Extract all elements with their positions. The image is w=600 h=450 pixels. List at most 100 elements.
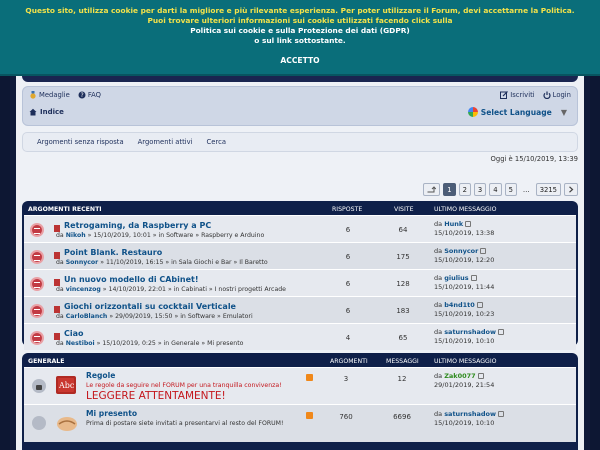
- svg-text:?: ?: [80, 92, 83, 99]
- page-3[interactable]: 3: [473, 183, 487, 196]
- topic-meta-text: » 14/10/2019, 22:01 » in Cabinati » I no…: [102, 286, 286, 293]
- power-icon: [543, 91, 551, 100]
- edit-icon: [500, 91, 509, 99]
- login-link[interactable]: Login: [543, 91, 571, 100]
- view-post-icon[interactable]: [476, 302, 483, 308]
- topic-author[interactable]: CarloBlanch: [66, 313, 108, 320]
- medaglie-link[interactable]: Medaglie: [29, 91, 70, 99]
- cookie-banner: Questo sito, utilizza cookie per darti l…: [0, 0, 600, 76]
- cookie-policy-link[interactable]: Politica sui cookie e sulla Protezione d…: [0, 26, 600, 36]
- topic-author[interactable]: Nikoh: [66, 232, 86, 239]
- document-icon: [54, 225, 60, 232]
- view-post-icon[interactable]: [465, 221, 472, 227]
- page-1[interactable]: 1: [443, 183, 456, 196]
- medal-icon: [29, 91, 37, 99]
- topic-title[interactable]: Retrogaming, da Raspberry a PC: [64, 221, 211, 230]
- lock-icon: [32, 379, 46, 393]
- last-post-column-header: ULTIMO MESSAGGIO: [434, 357, 497, 365]
- last-post-user[interactable]: saturnshadow: [444, 328, 496, 336]
- topic-last-post: da b4nd1t0 15/10/2019, 10:23: [434, 301, 494, 319]
- forum-read-icon: [32, 416, 46, 430]
- topic-by: da: [56, 232, 64, 239]
- jump-icon: [427, 186, 437, 193]
- language-select[interactable]: Select Language ▼: [467, 107, 567, 117]
- topic-title[interactable]: Un nuovo modello di CAbinet!: [64, 275, 199, 284]
- faq-link[interactable]: ? FAQ: [78, 91, 101, 99]
- topic-author[interactable]: Sonnycor: [66, 259, 99, 266]
- last-post-column-header: ULTIMO MESSAGGIO: [434, 205, 497, 213]
- page-last[interactable]: 3215: [535, 183, 561, 196]
- topic-author[interactable]: Nestiboi: [66, 340, 95, 347]
- topic-meta: da CarloBlanch » 29/09/2019, 15:50 » in …: [56, 313, 253, 320]
- general-section: GENERALE ARGOMENTI MESSAGGI ULTIMO MESSA…: [22, 353, 578, 450]
- view-post-icon[interactable]: [480, 248, 487, 254]
- topic-unread-icon[interactable]: [30, 304, 44, 318]
- page-5[interactable]: 5: [504, 183, 517, 196]
- topic-meta-text: » 15/10/2019, 10:01 » in Software » Rasp…: [87, 232, 265, 239]
- topic-author[interactable]: vincenzog: [66, 286, 101, 293]
- last-post-user[interactable]: Zak0077: [444, 372, 476, 380]
- topic-unread-icon[interactable]: [30, 277, 44, 291]
- recent-topics-section: ARGOMENTI RECENTI RISPOSTE VISITE ULTIMO…: [22, 201, 578, 350]
- topic-views: 175: [396, 253, 410, 261]
- topic-meta: da vincenzog » 14/10/2019, 22:01 » in Ca…: [56, 286, 286, 293]
- view-post-icon[interactable]: [498, 411, 505, 417]
- topic-row: Ciao da Nestiboi » 15/10/2019, 0:25 » in…: [24, 323, 576, 350]
- topic-unread-icon[interactable]: [30, 250, 44, 264]
- recent-topics-header: ARGOMENTI RECENTI RISPOSTE VISITE ULTIMO…: [24, 203, 576, 215]
- topic-replies: 6: [345, 307, 351, 315]
- view-post-icon[interactable]: [470, 275, 477, 281]
- faq-label: FAQ: [87, 91, 101, 99]
- topic-meta: da Sonnycor » 11/10/2019, 16:15 » in Sal…: [56, 259, 268, 266]
- topic-title[interactable]: Ciao: [64, 329, 84, 338]
- search-link[interactable]: Cerca: [207, 138, 226, 146]
- last-post-user[interactable]: Sonnycor: [444, 247, 478, 255]
- rss-icon[interactable]: [306, 412, 313, 419]
- last-post-user[interactable]: Hunk: [444, 220, 463, 228]
- active-topics-link[interactable]: Argomenti attivi: [138, 138, 193, 146]
- topic-meta-text: » 11/10/2019, 16:15 » in Sala Giochi e B…: [100, 259, 268, 266]
- forum-posts-count: 12: [397, 375, 407, 383]
- topic-meta: da Nestiboi » 15/10/2019, 0:25 » in Gene…: [56, 340, 243, 347]
- topic-row: Giochi orizzontali su cocktail Verticale…: [24, 296, 576, 323]
- unanswered-topics-link[interactable]: Argomenti senza risposta: [37, 138, 124, 146]
- cookie-text-1: Questo sito, utilizza cookie per darti l…: [25, 6, 575, 15]
- rss-icon[interactable]: [306, 374, 313, 381]
- breadcrumb-index[interactable]: Indice: [29, 108, 64, 116]
- last-post-user[interactable]: b4nd1t0: [444, 301, 475, 309]
- help-icon: ?: [78, 91, 86, 99]
- topic-last-post: da Hunk 15/10/2019, 13:38: [434, 220, 494, 238]
- topic-by: da: [56, 259, 64, 266]
- accept-cookies-button[interactable]: ACCETTO: [280, 56, 319, 65]
- topic-views: 65: [398, 334, 408, 342]
- topic-by: da: [56, 340, 64, 347]
- register-link[interactable]: Iscriviti: [500, 91, 535, 99]
- view-post-icon[interactable]: [477, 373, 484, 379]
- last-post-user[interactable]: giulius: [444, 274, 468, 282]
- next-page-button[interactable]: [564, 183, 578, 196]
- topic-title[interactable]: Giochi orizzontali su cocktail Verticale: [64, 302, 236, 311]
- topic-by: da: [56, 286, 64, 293]
- page-2[interactable]: 2: [458, 183, 471, 196]
- navbar: Medaglie ? FAQ Iscriviti Login Indice Se…: [22, 86, 578, 126]
- jump-to-page-button[interactable]: [423, 183, 441, 196]
- current-date: Oggi è 15/10/2019, 13:39: [490, 155, 578, 163]
- forum-description: Prima di postare siete invitati a presen…: [86, 420, 284, 427]
- topic-row: Un nuovo modello di CAbinet! da vincenzo…: [24, 269, 576, 296]
- topic-unread-icon[interactable]: [30, 331, 44, 345]
- last-post-user[interactable]: saturnshadow: [444, 410, 496, 418]
- last-post-by: da: [434, 372, 443, 380]
- forum-title[interactable]: Regole: [86, 371, 115, 380]
- view-post-icon[interactable]: [498, 329, 505, 335]
- page-ellipsis: …: [522, 185, 530, 194]
- topic-title[interactable]: Point Blank. Restauro: [64, 248, 162, 257]
- forum-title[interactable]: Mi presento: [86, 409, 137, 418]
- page-4[interactable]: 4: [489, 183, 502, 196]
- forum-topics-count: 3: [343, 375, 349, 383]
- topic-unread-icon[interactable]: [30, 223, 44, 237]
- topic-meta: da Nikoh » 15/10/2019, 10:01 » in Softwa…: [56, 232, 264, 239]
- forum-warning: LEGGERE ATTENTAMENTE!: [86, 390, 226, 402]
- topic-replies: 6: [345, 253, 351, 261]
- topic-views: 183: [396, 307, 410, 315]
- language-select-label: Select Language: [480, 107, 552, 117]
